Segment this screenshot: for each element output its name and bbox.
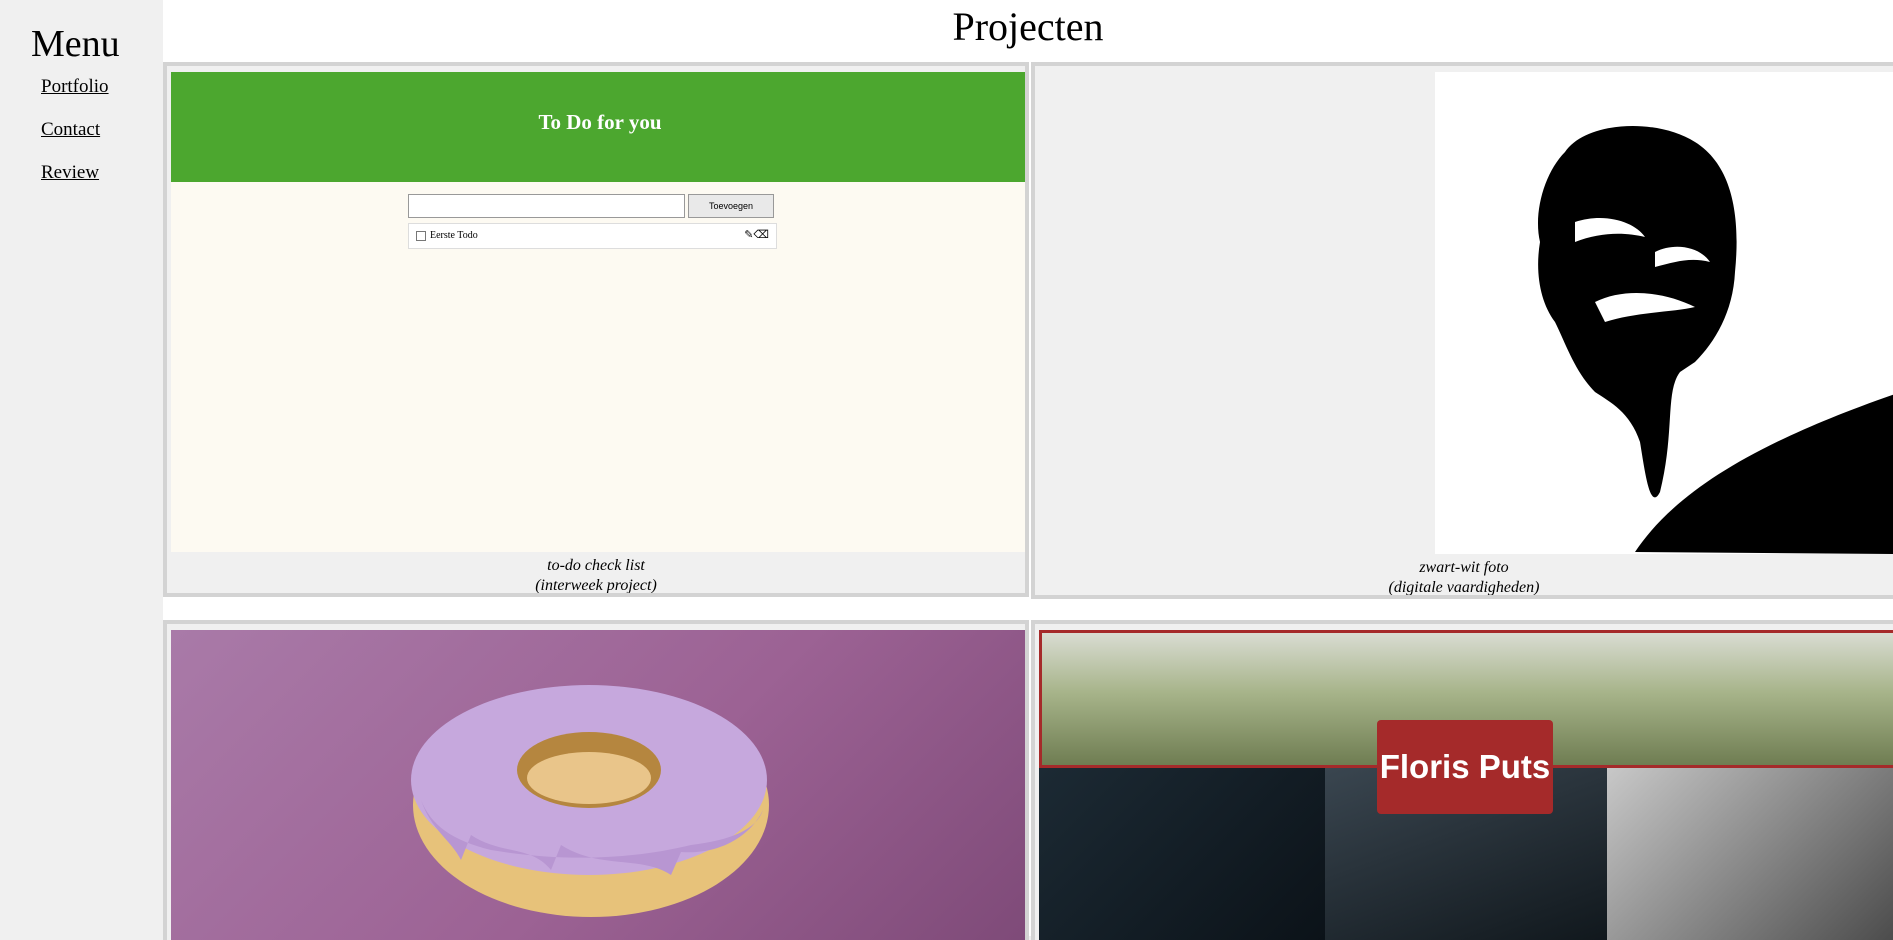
- page-title: Projecten: [952, 4, 1104, 49]
- todo-header: To Do for you: [171, 72, 1025, 182]
- todo-item: Eerste Todo ✎⌫: [408, 223, 777, 249]
- bw-portrait-image[interactable]: [1435, 72, 1893, 554]
- project-caption-title: zwart-wit foto: [1419, 559, 1509, 576]
- todo-input: [408, 194, 685, 218]
- donut-image[interactable]: [171, 630, 1025, 940]
- portrait-illustration: [1537, 125, 1893, 554]
- menu-title: Menu: [31, 23, 120, 65]
- project-card-floris[interactable]: Floris Puts: [1031, 620, 1893, 940]
- donut-illustration: [411, 685, 769, 917]
- project-caption-subtitle: (digitale vaardigheden): [1388, 579, 1540, 596]
- todo-item-label: Eerste Todo: [430, 230, 478, 241]
- main-content: Projecten To Do for you Toevoegen Eerste…: [163, 0, 1893, 940]
- name-badge: Floris Puts: [1377, 720, 1553, 814]
- todo-preview-image[interactable]: To Do for you Toevoegen Eerste Todo ✎⌫: [171, 72, 1025, 552]
- sidebar: Menu Portfolio Contact Review: [0, 0, 163, 936]
- nav-link-review[interactable]: Review: [41, 162, 99, 184]
- edit-delete-icons: ✎⌫: [744, 228, 769, 241]
- todo-body: Toevoegen Eerste Todo ✎⌫: [171, 182, 1025, 552]
- code-thumbnail: [1039, 768, 1325, 940]
- project-card-donut[interactable]: [163, 620, 1029, 940]
- checkbox-icon: [416, 231, 426, 241]
- nav-link-contact[interactable]: Contact: [41, 119, 100, 141]
- phone-thumbnail: [1607, 768, 1893, 940]
- nav-link-portfolio[interactable]: Portfolio: [41, 76, 109, 98]
- project-caption-subtitle: (interweek project): [535, 577, 657, 594]
- project-caption-title: to-do check list: [547, 557, 645, 574]
- project-card-todo[interactable]: To Do for you Toevoegen Eerste Todo ✎⌫ t…: [163, 62, 1029, 597]
- todo-add-button: Toevoegen: [688, 194, 774, 218]
- floris-site-image[interactable]: Floris Puts: [1039, 630, 1893, 940]
- project-card-photo[interactable]: zwart-wit foto (digitale vaardigheden): [1031, 62, 1893, 599]
